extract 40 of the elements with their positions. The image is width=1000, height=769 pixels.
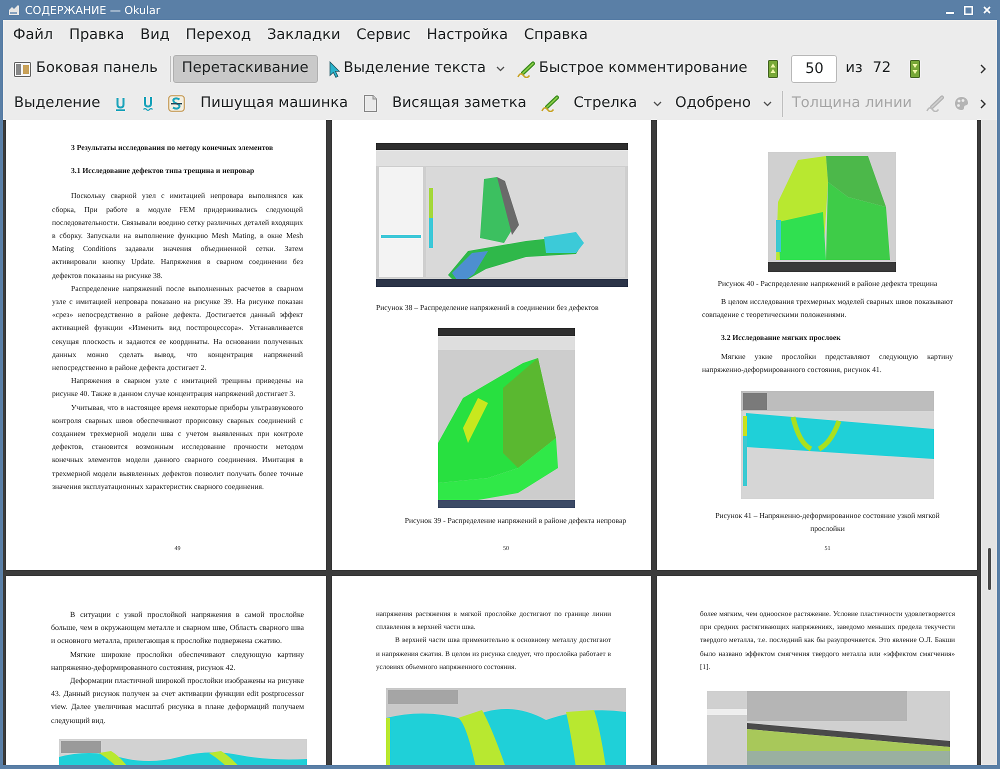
strikethrough-icon[interactable] [168, 95, 186, 112]
page-number-field[interactable]: 50 [791, 55, 838, 83]
menu-item[interactable]: Сервис [348, 20, 419, 51]
wavy-underline-icon[interactable] [143, 96, 154, 111]
maximize-icon[interactable] [964, 6, 973, 14]
pen-icon [540, 95, 560, 112]
app-icon [8, 4, 20, 16]
page-up-icon[interactable] [768, 60, 778, 78]
highlight-button[interactable]: Выделение [10, 90, 104, 118]
browse-tool-button[interactable]: Перетаскивание [172, 55, 318, 83]
caret-icon [653, 100, 662, 106]
chevron-right-icon[interactable] [980, 64, 986, 74]
menu-item[interactable]: Вид [132, 20, 178, 51]
menu-item[interactable]: Файл [5, 20, 62, 51]
close-icon[interactable] [983, 6, 991, 14]
text-selection-button[interactable]: Выделение текста [320, 55, 514, 83]
chevron-right-icon[interactable] [980, 98, 986, 108]
stamp-button[interactable]: Одобрено [671, 90, 776, 118]
cursor-icon [328, 60, 340, 78]
sidebar-icon [14, 62, 31, 76]
page-down-icon[interactable] [910, 60, 920, 78]
underline-icon[interactable] [116, 96, 126, 110]
popup-note-button[interactable]: Висящая заметка [360, 90, 531, 118]
menu-item[interactable]: Настройка [418, 20, 516, 51]
page-of-label: из [845, 59, 863, 78]
window-title: СОДЕРЖАНИЕ — Okular [25, 4, 160, 16]
caret-icon [496, 66, 505, 72]
menu-item[interactable]: Закладки [259, 20, 348, 51]
typewriter-button[interactable]: Пишущая машинка [196, 90, 352, 118]
quick-annotations-button[interactable]: Быстрое комментирование [514, 55, 750, 83]
scrollbar-thumb[interactable] [988, 548, 990, 590]
arrow-tool-button[interactable]: Стрелка [536, 90, 666, 118]
menu-item[interactable]: Справка [516, 20, 596, 51]
caret-icon [762, 100, 772, 106]
page-total: 72 [872, 59, 892, 78]
sidebar-button[interactable]: Боковая панель [10, 55, 162, 83]
note-icon [364, 95, 378, 112]
menu-item[interactable]: Правка [61, 20, 132, 51]
pen-icon [516, 60, 536, 78]
menu-item[interactable]: Переход [178, 20, 260, 51]
